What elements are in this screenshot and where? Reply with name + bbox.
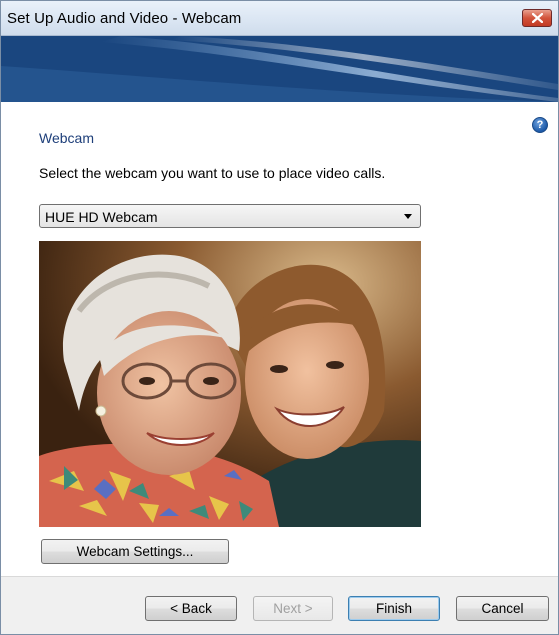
back-button[interactable]: < Back <box>145 596 237 621</box>
finish-button[interactable]: Finish <box>348 596 440 621</box>
window-title: Set Up Audio and Video - Webcam <box>7 10 242 27</box>
webcam-select[interactable]: HUE HD Webcam <box>39 204 421 228</box>
header-banner <box>1 36 558 102</box>
instruction-text: Select the webcam you want to use to pla… <box>39 165 386 181</box>
webcam-select-value: HUE HD Webcam <box>45 209 158 225</box>
chevron-down-icon <box>404 214 412 219</box>
title-bar: Set Up Audio and Video - Webcam <box>1 1 558 36</box>
webcam-settings-button[interactable]: Webcam Settings... <box>41 539 229 564</box>
help-icon[interactable]: ? <box>532 117 548 133</box>
close-icon <box>532 13 543 23</box>
next-button[interactable]: Next > <box>253 596 333 621</box>
webcam-preview <box>39 241 421 527</box>
close-button[interactable] <box>522 9 552 27</box>
section-heading: Webcam <box>39 130 94 146</box>
setup-dialog: Set Up Audio and Video - Webcam ? Webcam… <box>0 0 559 635</box>
cancel-button[interactable]: Cancel <box>456 596 549 621</box>
